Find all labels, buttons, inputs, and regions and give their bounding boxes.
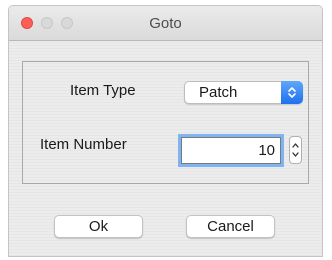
dialog-content: Item Type Patch Item Number 10 Ok Cancel — [9, 41, 322, 256]
item-number-stepper[interactable] — [289, 136, 302, 164]
chevron-up-down-icon — [281, 81, 303, 104]
item-type-label: Item Type — [70, 82, 136, 99]
window-title: Goto — [149, 15, 182, 32]
goto-dialog: Goto Item Type Patch Item Number 10 Ok C… — [8, 5, 323, 257]
title-bar[interactable]: Goto — [9, 6, 322, 41]
cancel-button[interactable]: Cancel — [186, 215, 275, 238]
item-type-select[interactable]: Patch — [184, 81, 303, 104]
item-number-field[interactable]: 10 — [181, 137, 281, 164]
item-number-label: Item Number — [40, 136, 127, 153]
stepper-chevron-icon — [292, 143, 299, 157]
ok-button[interactable]: Ok — [54, 215, 143, 238]
item-number-value: 10 — [258, 142, 275, 159]
goto-groupbox — [22, 61, 309, 184]
item-type-value: Patch — [199, 84, 238, 101]
